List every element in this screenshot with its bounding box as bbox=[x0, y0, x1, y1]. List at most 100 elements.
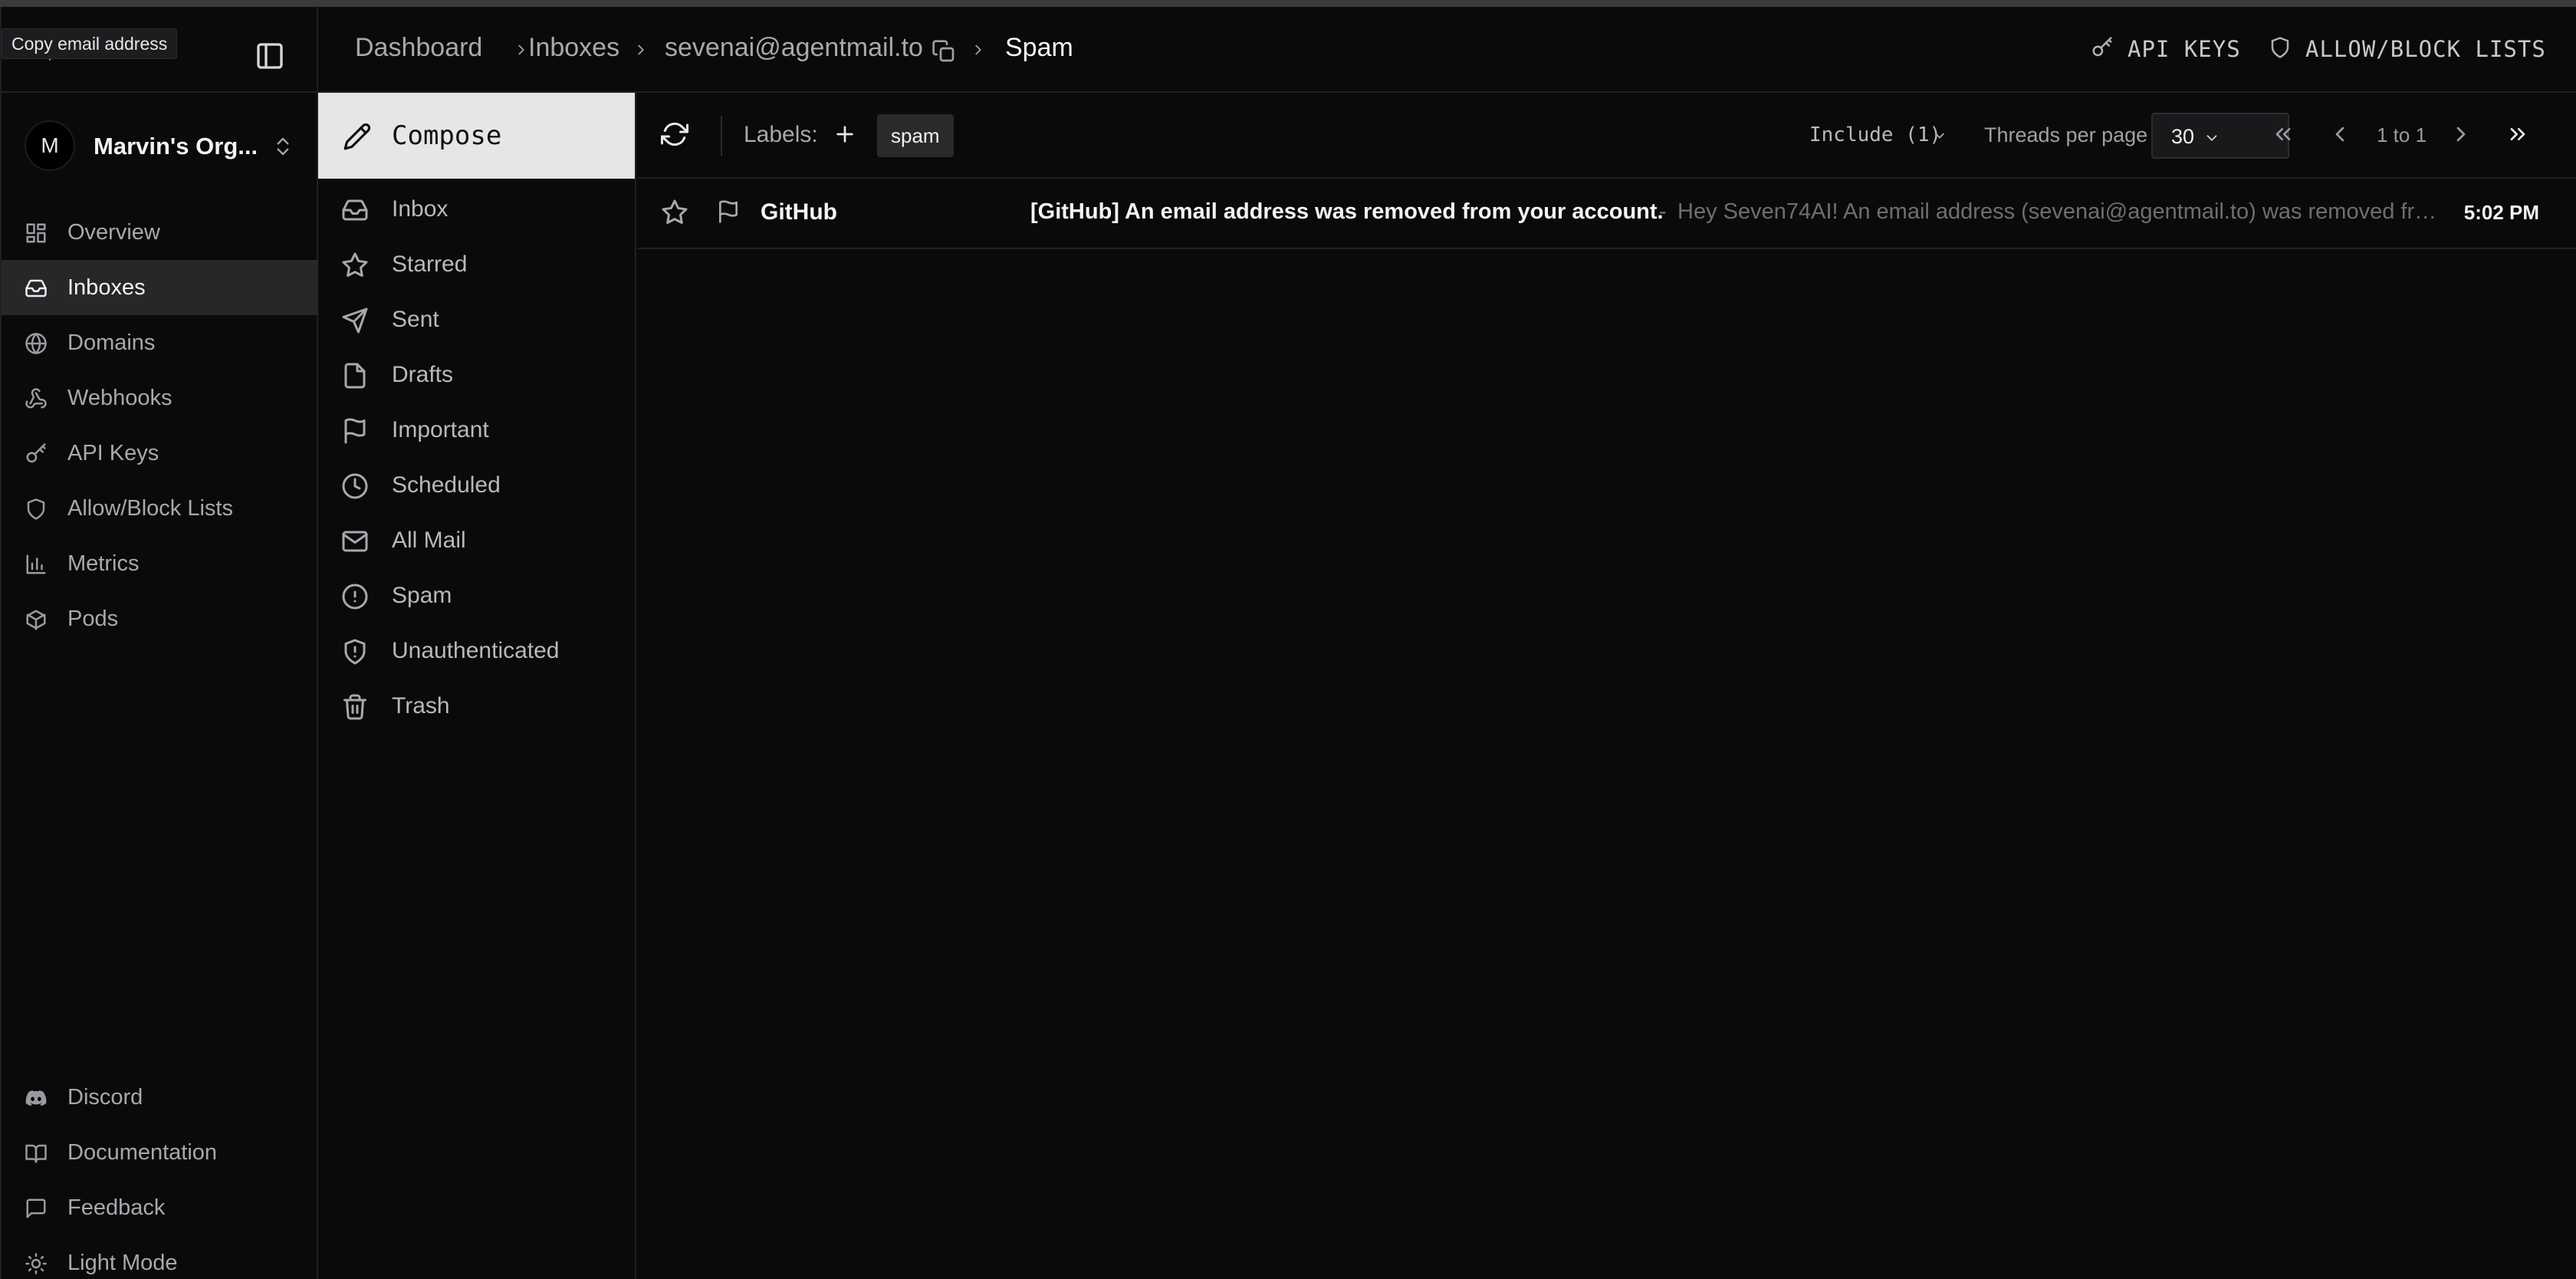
pagination-range: 1 to 1 bbox=[2377, 123, 2427, 146]
book-icon bbox=[25, 1144, 47, 1163]
thread-preview: Hey Seven74AI! An email address (sevenai… bbox=[1677, 199, 2444, 224]
sidebar-item-metrics[interactable]: Metrics bbox=[2, 536, 318, 591]
chevron-right-icon bbox=[638, 44, 644, 55]
folder-unauthenticated[interactable]: Unauthenticated bbox=[318, 623, 635, 678]
folder-all-mail[interactable]: All Mail bbox=[318, 512, 635, 567]
sidebar-item-label: Documentation bbox=[67, 1140, 218, 1165]
allow-block-lists-button[interactable]: ALLOW/BLOCK LISTS bbox=[2269, 33, 2545, 64]
folder-important[interactable]: Important bbox=[318, 402, 635, 457]
sidebar-item-label: Discord bbox=[67, 1085, 143, 1110]
key-icon bbox=[26, 443, 46, 463]
org-switcher[interactable]: M Marvin's Org... bbox=[25, 120, 301, 174]
sidebar-item-light-mode[interactable]: Light Mode bbox=[2, 1235, 318, 1279]
sidebar-item-label: Webhooks bbox=[67, 386, 172, 410]
window-top-strip bbox=[0, 0, 2576, 7]
chevrons-up-down-icon bbox=[277, 137, 289, 156]
chevron-down-icon bbox=[2206, 135, 2217, 141]
clock-icon bbox=[342, 473, 368, 499]
copy-email-tooltip: Copy email address bbox=[2, 28, 178, 59]
sidebar-item-label: Pods bbox=[67, 607, 119, 631]
sidebar-toggle-icon[interactable] bbox=[255, 41, 285, 71]
box-icon bbox=[26, 610, 46, 630]
breadcrumb-inbox-address[interactable]: sevenai@agentmail.to bbox=[665, 33, 923, 63]
sidebar-item-inboxes[interactable]: Inboxes bbox=[2, 260, 318, 315]
flag-icon bbox=[344, 418, 366, 444]
folder-panel: Compose Inbox Starred Sent Drafts Import… bbox=[318, 93, 636, 1279]
folder-label: Starred bbox=[392, 252, 468, 277]
folder-label: All Mail bbox=[392, 528, 466, 553]
chevron-down-icon bbox=[1935, 133, 1944, 139]
thread-list: GitHub [GitHub] An email address was rem… bbox=[638, 179, 2576, 1279]
refresh-icon[interactable] bbox=[661, 120, 688, 148]
sidebar-item-api-keys[interactable]: API Keys bbox=[2, 426, 318, 481]
file-icon bbox=[344, 363, 366, 389]
folder-trash[interactable]: Trash bbox=[318, 678, 635, 733]
folder-label: Spam bbox=[392, 583, 452, 608]
folder-inbox[interactable]: Inbox bbox=[318, 181, 635, 236]
last-page-icon[interactable] bbox=[2505, 122, 2530, 146]
first-page-icon[interactable] bbox=[2271, 122, 2295, 146]
folder-starred[interactable]: Starred bbox=[318, 236, 635, 291]
include-filter[interactable]: Include (1) bbox=[1809, 123, 1941, 146]
shield-icon bbox=[27, 498, 45, 520]
next-page-icon[interactable] bbox=[2449, 122, 2473, 146]
star-icon bbox=[342, 252, 368, 277]
thread-subject: [GitHub] An email address was removed fr… bbox=[1030, 199, 1664, 224]
sidebar-item-overview[interactable]: Overview bbox=[2, 205, 318, 260]
threads-per-page-label: Threads per page bbox=[1984, 123, 2148, 146]
sidebar-item-webhooks[interactable]: Webhooks bbox=[2, 370, 318, 426]
thread-toolbar: Labels: spam Include (1) Threads per pag… bbox=[638, 93, 2576, 179]
star-icon[interactable] bbox=[661, 199, 688, 226]
inbox-icon bbox=[342, 199, 368, 221]
key-icon bbox=[2092, 37, 2112, 57]
table-row[interactable]: GitHub [GitHub] An email address was rem… bbox=[638, 179, 2576, 249]
thread-time: 5:02 PM bbox=[2463, 201, 2539, 224]
header: Dashboard Inboxes sevenai@agentmail.to S… bbox=[318, 7, 2576, 93]
compose-button[interactable]: Compose bbox=[318, 93, 635, 179]
sidebar-item-label: Feedback bbox=[67, 1195, 166, 1220]
api-keys-button[interactable]: API KEYS bbox=[2091, 33, 2244, 64]
labels-label: Labels: bbox=[744, 122, 818, 147]
folder-label: Drafts bbox=[392, 362, 454, 387]
sidebar-item-feedback[interactable]: Feedback bbox=[2, 1180, 318, 1235]
folder-sent[interactable]: Sent bbox=[318, 291, 635, 347]
folder-label: Inbox bbox=[392, 196, 449, 222]
pencil-icon bbox=[343, 123, 371, 150]
sidebar-item-label: API Keys bbox=[67, 441, 159, 465]
folder-scheduled[interactable]: Scheduled bbox=[318, 457, 635, 512]
globe-icon bbox=[25, 333, 47, 354]
alert-circle-icon bbox=[342, 584, 368, 610]
layout-grid-icon bbox=[26, 223, 46, 243]
logo-area: Copy email address bbox=[2, 7, 318, 93]
sidebar-item-domains[interactable]: Domains bbox=[2, 315, 318, 370]
thread-separator: - bbox=[1659, 199, 1667, 224]
mail-icon bbox=[342, 531, 368, 552]
sidebar-item-label: Domains bbox=[67, 330, 156, 355]
sidebar-item-discord[interactable]: Discord bbox=[2, 1070, 318, 1125]
folder-drafts[interactable]: Drafts bbox=[318, 347, 635, 402]
message-icon bbox=[26, 1198, 46, 1218]
breadcrumb-dashboard[interactable]: Dashboard bbox=[355, 33, 482, 63]
flag-icon[interactable] bbox=[716, 199, 741, 225]
prev-page-icon[interactable] bbox=[2328, 122, 2352, 146]
threads-per-page-select[interactable]: 30 bbox=[2151, 113, 2289, 159]
sun-icon bbox=[25, 1253, 47, 1274]
folder-spam[interactable]: Spam bbox=[318, 567, 635, 623]
trash-icon bbox=[343, 694, 366, 720]
bar-chart-icon bbox=[26, 554, 46, 574]
chevron-right-icon bbox=[518, 44, 524, 55]
threads-per-page-value: 30 bbox=[2171, 125, 2195, 148]
allow-block-lists-label: ALLOW/BLOCK LISTS bbox=[2305, 36, 2546, 62]
folder-label: Trash bbox=[392, 693, 450, 718]
folder-label: Important bbox=[392, 417, 489, 442]
folder-label: Scheduled bbox=[392, 472, 501, 498]
plus-icon[interactable] bbox=[833, 122, 857, 146]
sidebar-item-documentation[interactable]: Documentation bbox=[2, 1125, 318, 1180]
label-chip-spam[interactable]: spam bbox=[877, 114, 954, 157]
sidebar-item-allow-block-lists[interactable]: Allow/Block Lists bbox=[2, 481, 318, 536]
sidebar-item-label: Allow/Block Lists bbox=[67, 496, 233, 521]
sidebar-item-pods[interactable]: Pods bbox=[2, 591, 318, 646]
breadcrumb-inboxes[interactable]: Inboxes bbox=[528, 33, 619, 63]
sidebar-item-label: Inboxes bbox=[67, 275, 146, 300]
copy-icon[interactable] bbox=[932, 39, 956, 64]
